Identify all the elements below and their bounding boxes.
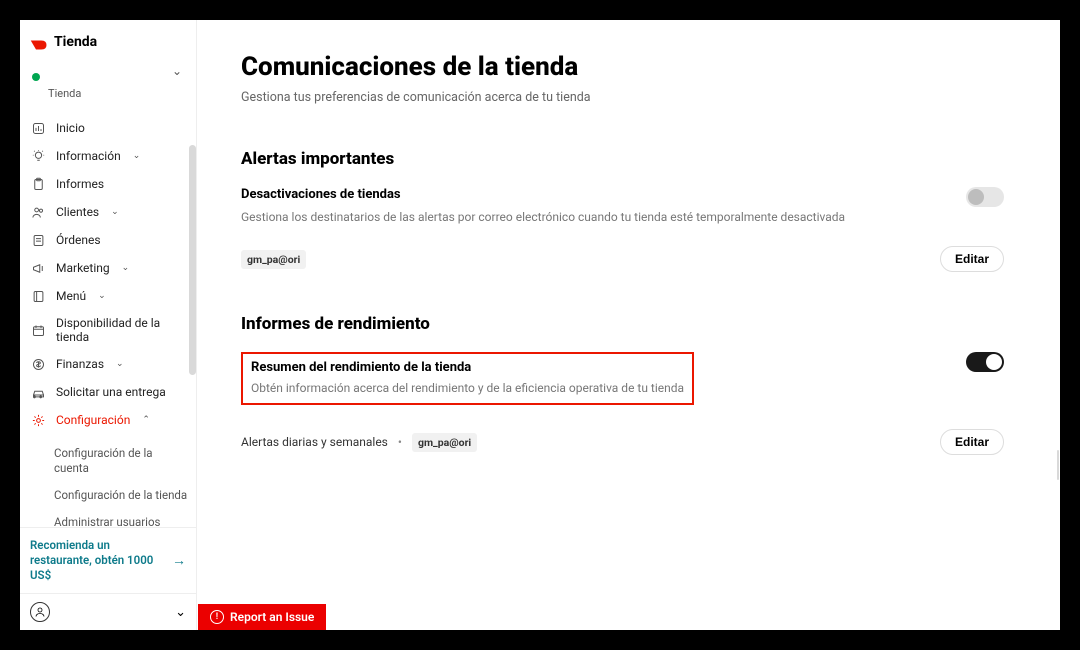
report-issue-button[interactable]: ! Report an Issue xyxy=(198,604,326,630)
car-icon xyxy=(30,384,46,400)
frequency-row: Alertas diarias y semanales • gm_pa@ori xyxy=(241,433,477,452)
tenant-selector[interactable]: ⌄ Tienda xyxy=(20,60,196,108)
frequency-label: Alertas diarias y semanales xyxy=(241,435,388,449)
page-subtitle: Gestiona tus preferencias de comunicació… xyxy=(241,90,1004,105)
email-chip: gm_pa@ori xyxy=(412,433,477,452)
chevron-down-icon: ⌄ xyxy=(133,151,141,161)
sidebar-item-orders[interactable]: Órdenes xyxy=(20,226,196,254)
sidebar-item-label: Inicio xyxy=(56,121,85,135)
sidebar-item-label: Solicitar una entrega xyxy=(56,385,166,399)
home-icon xyxy=(30,120,46,136)
sidebar: Tienda ⌄ Tienda Inicio Información ⌄ xyxy=(20,20,197,630)
toggle-knob xyxy=(986,354,1002,370)
card-desc: Gestiona los destinatarios de las alerta… xyxy=(241,208,946,226)
chevron-down-icon: ⌄ xyxy=(116,359,124,369)
sidebar-item-label: Órdenes xyxy=(56,233,101,247)
subnav-manage-users[interactable]: Administrar usuarios xyxy=(54,509,196,527)
sidebar-item-marketing[interactable]: Marketing ⌄ xyxy=(20,254,196,282)
sidebar-scroll: Tienda ⌄ Tienda Inicio Información ⌄ xyxy=(20,20,196,527)
chevron-down-icon: ⌄ xyxy=(172,64,182,78)
arrow-right-icon: → xyxy=(172,552,186,569)
tenant-label: Tienda xyxy=(48,87,186,100)
toggle-store-deactivations[interactable]: ✓ xyxy=(966,187,1004,207)
gear-icon xyxy=(30,412,46,428)
sidebar-scrollbar[interactable] xyxy=(189,145,196,375)
subnav-store-settings[interactable]: Configuración de la tienda xyxy=(54,482,196,509)
users-icon xyxy=(30,204,46,220)
chevron-down-icon: ⌄ xyxy=(111,207,119,217)
chevron-up-icon: ⌃ xyxy=(142,415,150,425)
subnav-label: Configuración de la cuenta xyxy=(54,446,153,475)
sidebar-item-label: Marketing xyxy=(56,261,110,275)
sidebar-item-customers[interactable]: Clientes ⌄ xyxy=(20,198,196,226)
toggle-performance-summary[interactable] xyxy=(966,352,1004,372)
receipt-icon xyxy=(30,232,46,248)
card-title: Resumen del rendimiento de la tienda xyxy=(251,360,684,375)
sidebar-item-insights[interactable]: Información ⌄ xyxy=(20,142,196,170)
dollar-icon xyxy=(30,356,46,372)
user-avatar-icon xyxy=(30,602,50,622)
sidebar-item-label: Informes xyxy=(56,177,104,191)
card-store-deactivations: Desactivaciones de tiendas Gestiona los … xyxy=(241,187,1004,272)
book-icon xyxy=(30,288,46,304)
brand: Tienda xyxy=(20,20,196,60)
recommend-text: Recomienda un restaurante, obtén 1000 US… xyxy=(30,538,160,583)
clipboard-icon xyxy=(30,176,46,192)
sidebar-item-finance[interactable]: Finanzas ⌄ xyxy=(20,350,196,378)
page-scrollbar[interactable] xyxy=(1057,450,1059,480)
subnav-account-settings[interactable]: Configuración de la cuenta xyxy=(54,440,196,482)
sidebar-item-label: Finanzas xyxy=(56,357,104,371)
sidebar-item-menu[interactable]: Menú ⌄ xyxy=(20,282,196,310)
brand-name: Tienda xyxy=(54,34,97,50)
card-desc: Obtén información acerca del rendimiento… xyxy=(251,379,684,397)
edit-button[interactable]: Editar xyxy=(940,429,1004,455)
sidebar-item-home[interactable]: Inicio xyxy=(20,114,196,142)
sidebar-item-reports[interactable]: Informes xyxy=(20,170,196,198)
sidebar-item-label: Clientes xyxy=(56,205,99,219)
page-title: Comunicaciones de la tienda xyxy=(241,52,1004,82)
settings-subnav: Configuración de la cuenta Configuración… xyxy=(20,440,196,527)
section-reports-heading: Informes de rendimiento xyxy=(241,314,1004,334)
alert-circle-icon: ! xyxy=(210,610,224,624)
megaphone-icon xyxy=(30,260,46,276)
report-issue-label: Report an Issue xyxy=(230,610,314,624)
sidebar-nav: Inicio Información ⌄ Informes Clientes ⌄ xyxy=(20,108,196,440)
calendar-icon xyxy=(30,322,46,338)
status-dot-icon xyxy=(32,73,40,81)
sidebar-item-availability[interactable]: Disponibilidad de la tienda xyxy=(20,310,196,350)
user-menu[interactable]: ⌄ xyxy=(20,593,196,630)
subnav-label: Configuración de la tienda xyxy=(54,488,187,502)
highlight-box: Resumen del rendimiento de la tienda Obt… xyxy=(241,352,694,405)
sidebar-footer: Recomienda un restaurante, obtén 1000 US… xyxy=(20,527,196,630)
separator-dot-icon: • xyxy=(398,435,402,449)
sidebar-item-label: Información xyxy=(56,149,121,163)
subnav-label: Administrar usuarios xyxy=(54,515,160,527)
sidebar-item-settings[interactable]: Configuración ⌃ xyxy=(20,406,196,434)
app-window: Tienda ⌄ Tienda Inicio Información ⌄ xyxy=(20,20,1060,630)
chevron-down-icon: ⌄ xyxy=(122,263,130,273)
sidebar-item-request-delivery[interactable]: Solicitar una entrega xyxy=(20,378,196,406)
chevron-down-icon: ⌄ xyxy=(175,605,186,620)
lightbulb-icon xyxy=(30,148,46,164)
chevron-down-icon: ⌄ xyxy=(98,291,106,301)
edit-button[interactable]: Editar xyxy=(940,246,1004,272)
card-title: Desactivaciones de tiendas xyxy=(241,187,946,202)
recommend-link[interactable]: Recomienda un restaurante, obtén 1000 US… xyxy=(20,528,196,593)
sidebar-item-label: Menú xyxy=(56,289,86,303)
sidebar-item-label: Configuración xyxy=(56,413,130,427)
email-chip: gm_pa@ori xyxy=(241,250,306,269)
brand-logo-icon xyxy=(30,36,48,48)
section-alerts-heading: Alertas importantes xyxy=(241,149,1004,169)
toggle-knob xyxy=(968,189,984,205)
sidebar-item-label: Disponibilidad de la tienda xyxy=(56,316,166,344)
card-performance-summary: Resumen del rendimiento de la tienda Obt… xyxy=(241,352,1004,455)
main-content: Comunicaciones de la tienda Gestiona tus… xyxy=(197,20,1060,630)
